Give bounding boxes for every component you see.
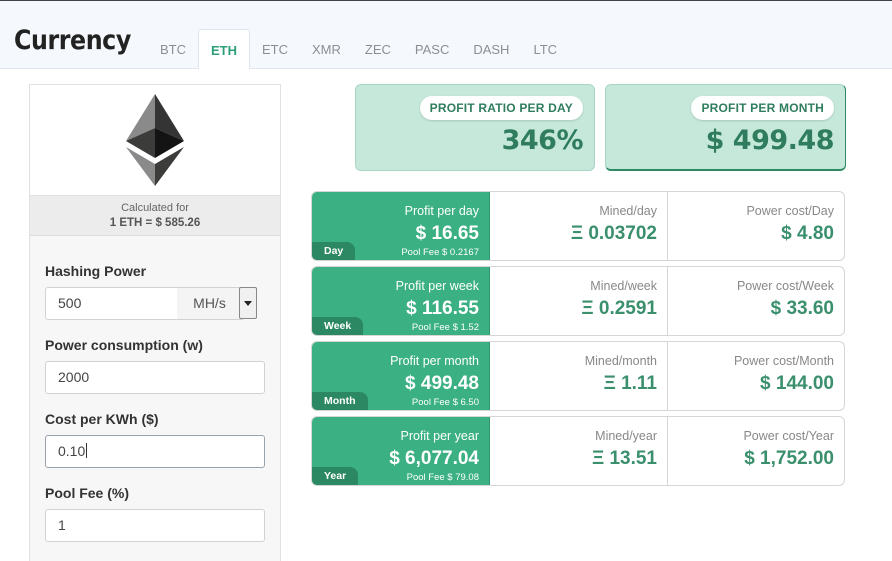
power-cost-label: Power cost/Month bbox=[733, 354, 834, 368]
profit-month-value: $ 499.48 bbox=[705, 125, 835, 156]
hashing-power-label: Hashing Power bbox=[45, 263, 147, 279]
profit-label: Profit per month bbox=[390, 354, 479, 368]
power-cost-cell: Power cost/Year $ 1,752.00 bbox=[668, 417, 844, 485]
tab-eth[interactable]: ETH bbox=[198, 29, 250, 70]
pool-fee-label: Pool Fee (%) bbox=[45, 485, 130, 501]
tab-zec[interactable]: ZEC bbox=[353, 29, 403, 70]
power-cost-label: Power cost/Week bbox=[736, 279, 834, 293]
power-cost-value: $ 144.00 bbox=[760, 373, 834, 394]
power-cost-value: $ 33.60 bbox=[770, 298, 834, 319]
exchange-rate-info: Calculated for 1 ETH = $ 585.26 bbox=[30, 196, 280, 236]
period-badge: Day bbox=[312, 242, 356, 260]
profit-value: $ 116.55 bbox=[406, 298, 479, 319]
tab-xmr[interactable]: XMR bbox=[300, 29, 353, 70]
mined-value: Ξ 13.51 bbox=[591, 448, 657, 469]
result-row-year: Profit per year $ 6,077.04 Pool Fee $ 79… bbox=[311, 416, 845, 486]
mined-cell: Mined/month Ξ 1.11 bbox=[490, 342, 668, 410]
mined-label: Mined/year bbox=[595, 429, 657, 443]
cost-per-kwh-label: Cost per KWh ($) bbox=[45, 411, 159, 427]
ethereum-diamond-icon bbox=[126, 94, 184, 186]
page-title: Currency bbox=[14, 25, 131, 56]
mined-value: Ξ 0.2591 bbox=[581, 298, 657, 319]
profit-cell: Profit per day $ 16.65 Pool Fee $ 0.2167… bbox=[312, 192, 490, 260]
profit-value: $ 499.48 bbox=[405, 373, 479, 394]
hashing-unit-label: MH/s bbox=[177, 287, 243, 320]
period-badge: Month bbox=[312, 392, 368, 410]
mined-label: Mined/month bbox=[584, 354, 657, 368]
pool-fee-value: Pool Fee $ 0.2167 bbox=[401, 247, 479, 258]
pool-fee-input[interactable]: 1 bbox=[45, 509, 265, 542]
text-caret bbox=[86, 443, 88, 458]
power-consumption-label: Power consumption (w) bbox=[45, 337, 203, 353]
result-row-week: Profit per week $ 116.55 Pool Fee $ 1.52… bbox=[311, 266, 845, 336]
power-cost-cell: Power cost/Week $ 33.60 bbox=[668, 267, 844, 335]
pool-fee-value: Pool Fee $ 79.08 bbox=[406, 472, 479, 483]
currency-logo-box bbox=[30, 85, 280, 196]
profit-cell: Profit per month $ 499.48 Pool Fee $ 6.5… bbox=[312, 342, 490, 410]
tab-pasc[interactable]: PASC bbox=[403, 29, 461, 70]
mined-value: Ξ 0.03702 bbox=[570, 223, 657, 244]
tab-btc[interactable]: BTC bbox=[148, 29, 198, 70]
result-row-month: Profit per month $ 499.48 Pool Fee $ 6.5… bbox=[311, 341, 845, 411]
mined-label: Mined/week bbox=[590, 279, 657, 293]
power-cost-cell: Power cost/Month $ 144.00 bbox=[668, 342, 844, 410]
page-header: Currency BTC ETH ETC XMR ZEC PASC DASH L… bbox=[0, 1, 892, 70]
pool-fee-value: Pool Fee $ 1.52 bbox=[411, 322, 479, 333]
profit-value: $ 16.65 bbox=[415, 223, 479, 244]
pool-fee-value: Pool Fee $ 6.50 bbox=[411, 397, 479, 408]
tab-ltc[interactable]: LTC bbox=[521, 29, 569, 70]
mined-label: Mined/day bbox=[599, 204, 657, 218]
currency-tabs: BTC ETH ETC XMR ZEC PASC DASH LTC bbox=[148, 29, 569, 70]
mined-value: Ξ 1.11 bbox=[603, 373, 657, 394]
tab-dash[interactable]: DASH bbox=[461, 29, 521, 70]
profit-ratio-value: 346% bbox=[501, 125, 584, 156]
calculator-sidebar: Calculated for 1 ETH = $ 585.26 Hashing … bbox=[29, 84, 281, 561]
power-cost-label: Power cost/Year bbox=[743, 429, 834, 443]
hashing-unit-dropdown[interactable] bbox=[239, 287, 257, 319]
profit-label: Profit per week bbox=[395, 279, 479, 293]
tab-etc[interactable]: ETC bbox=[250, 29, 300, 70]
period-badge: Year bbox=[312, 467, 359, 485]
exchange-rate-value: 1 ETH = $ 585.26 bbox=[109, 217, 201, 229]
mined-cell: Mined/week Ξ 0.2591 bbox=[490, 267, 668, 335]
power-cost-cell: Power cost/Day $ 4.80 bbox=[668, 192, 844, 260]
profit-ratio-label: PROFIT RATIO PER DAY bbox=[419, 96, 583, 120]
profit-ratio-card: PROFIT RATIO PER DAY 346% bbox=[355, 84, 595, 171]
result-row-day: Profit per day $ 16.65 Pool Fee $ 0.2167… bbox=[311, 191, 845, 261]
power-cost-value: $ 4.80 bbox=[781, 223, 834, 244]
profit-cell: Profit per week $ 116.55 Pool Fee $ 1.52… bbox=[312, 267, 490, 335]
profit-label: Profit per year bbox=[400, 429, 479, 443]
hashing-power-input[interactable]: 500 bbox=[45, 287, 178, 320]
calculated-for-label: Calculated for bbox=[121, 202, 189, 214]
profit-month-card: PROFIT PER MONTH $ 499.48 bbox=[605, 84, 846, 171]
period-badge: Week bbox=[312, 317, 364, 335]
mined-cell: Mined/year Ξ 13.51 bbox=[490, 417, 668, 485]
power-consumption-input[interactable]: 2000 bbox=[45, 361, 265, 394]
cost-per-kwh-input[interactable]: 0.10 bbox=[45, 435, 265, 468]
power-cost-value: $ 1,752.00 bbox=[744, 448, 834, 469]
power-cost-label: Power cost/Day bbox=[746, 204, 834, 218]
cost-per-kwh-value: 0.10 bbox=[58, 443, 86, 459]
profit-label: Profit per day bbox=[404, 204, 479, 218]
mined-cell: Mined/day Ξ 0.03702 bbox=[490, 192, 668, 260]
profit-value: $ 6,077.04 bbox=[389, 448, 479, 469]
profit-cell: Profit per year $ 6,077.04 Pool Fee $ 79… bbox=[312, 417, 490, 485]
profit-month-label: PROFIT PER MONTH bbox=[691, 96, 834, 120]
